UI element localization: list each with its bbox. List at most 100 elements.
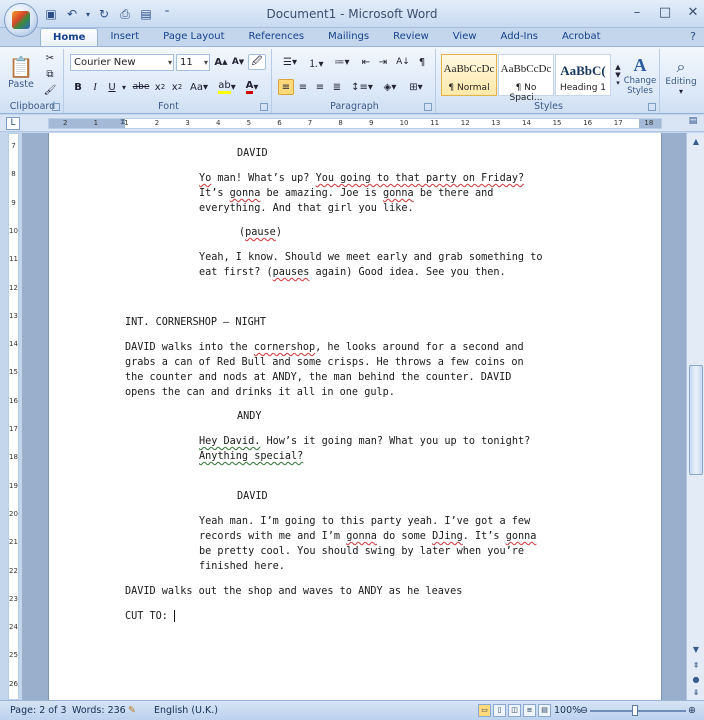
- zoom-slider[interactable]: [590, 710, 686, 712]
- align-right-icon[interactable]: ≡: [312, 79, 328, 95]
- clear-formatting-icon[interactable]: 🖉: [248, 54, 266, 70]
- bullets-icon[interactable]: ☰▾: [278, 54, 302, 70]
- script-line[interactable]: eat first? (pauses again) Good idea. See…: [199, 266, 506, 280]
- maximize-button[interactable]: □: [658, 5, 672, 20]
- superscript-icon[interactable]: x2: [169, 79, 185, 95]
- language-status[interactable]: English (U.K.): [154, 705, 218, 716]
- previous-page-icon[interactable]: ⇞: [689, 659, 703, 673]
- scroll-down-icon[interactable]: ▼: [689, 643, 703, 657]
- page-count[interactable]: Page: 2 of 3: [10, 705, 67, 716]
- tab-references[interactable]: References: [237, 28, 317, 46]
- borders-icon[interactable]: ⊞▾: [404, 79, 428, 95]
- full-screen-reading-icon[interactable]: ▯: [493, 704, 506, 717]
- script-line[interactable]: Hey David. How’s it going man? What you …: [199, 435, 530, 449]
- paste-button[interactable]: 📋 Paste: [6, 51, 36, 93]
- font-launcher-icon[interactable]: [260, 103, 268, 111]
- format-painter-icon[interactable]: 🖌: [42, 83, 58, 97]
- script-line[interactable]: CUT TO:: [125, 610, 175, 624]
- bold-icon[interactable]: B: [70, 79, 86, 95]
- justify-icon[interactable]: ≣: [329, 79, 345, 95]
- web-layout-icon[interactable]: ◫: [508, 704, 521, 717]
- document-page[interactable]: DAVID Yo man! What’s up? You going to tha…: [48, 133, 662, 700]
- script-line[interactable]: the counter and nods at ANDY, the man be…: [125, 371, 511, 385]
- multilevel-list-icon[interactable]: ≔▾: [330, 54, 354, 70]
- script-line[interactable]: DAVID walks into the cornershop, he look…: [125, 341, 524, 355]
- script-line[interactable]: opens the can and drinks it all in one g…: [125, 386, 395, 400]
- change-case-icon[interactable]: Aa▾: [188, 79, 210, 95]
- tab-selector-icon[interactable]: L: [6, 117, 20, 130]
- tab-insert[interactable]: Insert: [98, 28, 151, 46]
- script-line[interactable]: INT. CORNERSHOP – NIGHT: [125, 316, 266, 330]
- strikethrough-icon[interactable]: abe: [132, 79, 150, 95]
- paragraph-launcher-icon[interactable]: [424, 103, 432, 111]
- sort-icon[interactable]: A↓: [394, 54, 412, 70]
- script-line[interactable]: DAVID: [237, 490, 268, 504]
- document-area[interactable]: DAVID Yo man! What’s up? You going to tha…: [22, 133, 686, 700]
- script-line[interactable]: Yeah, I know. Should we meet early and g…: [199, 251, 542, 265]
- outline-icon[interactable]: ≡: [523, 704, 536, 717]
- font-size-combo[interactable]: 11 ▾: [176, 54, 210, 71]
- view-ruler-icon[interactable]: ▤: [686, 116, 700, 130]
- increase-indent-icon[interactable]: ⇥: [375, 54, 391, 70]
- close-button[interactable]: ✕: [686, 5, 700, 20]
- script-line[interactable]: ANDY: [237, 410, 262, 424]
- tab-mailings[interactable]: Mailings: [316, 28, 381, 46]
- proofing-icon[interactable]: ✎: [128, 705, 136, 716]
- draft-icon[interactable]: ▤: [538, 704, 551, 717]
- script-line[interactable]: Yo man! What’s up? You going to that par…: [199, 172, 524, 186]
- zoom-out-icon[interactable]: ⊖: [580, 705, 588, 716]
- script-line[interactable]: be pretty cool. You should swing by late…: [199, 545, 524, 559]
- print-layout-icon[interactable]: ▭: [478, 704, 491, 717]
- show-formatting-icon[interactable]: ¶: [414, 54, 430, 70]
- style-heading-1[interactable]: AaBbC( Heading 1: [555, 54, 611, 96]
- scroll-up-icon[interactable]: ▲: [689, 135, 703, 149]
- script-line[interactable]: DAVID: [237, 147, 268, 161]
- highlight-color-icon[interactable]: ab ▾: [216, 79, 238, 95]
- script-line[interactable]: DAVID walks out the shop and waves to AN…: [125, 585, 462, 599]
- scroll-thumb[interactable]: [689, 365, 703, 475]
- tab-add-ins[interactable]: Add-Ins: [489, 28, 550, 46]
- underline-dropdown-icon[interactable]: ▾: [120, 79, 128, 95]
- vertical-scrollbar[interactable]: ▲ ▼ ⇞ ● ⇟: [686, 133, 704, 700]
- align-left-icon[interactable]: ≡: [278, 79, 294, 95]
- script-line[interactable]: finished here.: [199, 560, 285, 574]
- zoom-in-icon[interactable]: ⊕: [688, 705, 696, 716]
- tab-home[interactable]: Home: [40, 28, 99, 46]
- next-page-icon[interactable]: ⇟: [689, 686, 703, 700]
- script-line[interactable]: It’s gonna be amazing. Joe is gonna be t…: [199, 187, 493, 201]
- script-line[interactable]: grabs a can of Red Bull and some crisps.…: [125, 356, 524, 370]
- zoom-level[interactable]: 100%: [554, 705, 581, 716]
- vertical-ruler[interactable]: 7 8 9 10 11 12 13 14 15 16 17 18 19 20 21 22 23 24 25 26: [8, 133, 19, 700]
- tab-review[interactable]: Review: [381, 28, 441, 46]
- minimize-button[interactable]: –: [630, 5, 644, 20]
- script-line[interactable]: (pause): [239, 226, 282, 240]
- script-line[interactable]: Yeah man. I’m going to this party yeah. …: [199, 515, 530, 529]
- style-no-spacing[interactable]: AaBbCcDc ¶ No Spaci...: [498, 54, 554, 103]
- cut-icon[interactable]: ✂: [42, 51, 58, 65]
- help-icon[interactable]: ?: [690, 30, 696, 43]
- script-line[interactable]: records with me and I’m gonna do some DJ…: [199, 530, 536, 544]
- indent-marker-icon[interactable]: ⧗: [120, 117, 126, 127]
- change-styles-button[interactable]: A Change Styles: [622, 51, 658, 99]
- italic-icon[interactable]: I: [87, 79, 103, 95]
- decrease-indent-icon[interactable]: ⇤: [358, 54, 374, 70]
- shading-icon[interactable]: ◈▾: [378, 79, 402, 95]
- subscript-icon[interactable]: x2: [152, 79, 168, 95]
- clipboard-launcher-icon[interactable]: [52, 103, 60, 111]
- tab-page-layout[interactable]: Page Layout: [151, 28, 236, 46]
- office-button[interactable]: [4, 3, 38, 37]
- line-spacing-icon[interactable]: ↕≡▾: [350, 79, 374, 95]
- script-line[interactable]: Anything special?: [199, 450, 303, 464]
- font-family-combo[interactable]: Courier New ▾: [70, 54, 174, 71]
- grow-font-icon[interactable]: A ▲: [213, 54, 229, 70]
- word-count[interactable]: Words: 236: [72, 705, 126, 716]
- zoom-slider-knob[interactable]: [632, 705, 638, 716]
- script-line[interactable]: everything. And that girl you like.: [199, 202, 414, 216]
- browse-object-icon[interactable]: ●: [689, 673, 703, 687]
- tab-acrobat[interactable]: Acrobat: [550, 28, 613, 46]
- styles-launcher-icon[interactable]: [648, 103, 656, 111]
- horizontal-ruler[interactable]: 2 1 1 2 3 4 5 6 7 8 9 10 11 12 13 14 15 16 17 18 ⧗: [48, 117, 662, 129]
- shrink-font-icon[interactable]: A ▼: [230, 54, 246, 70]
- font-color-icon[interactable]: A ▾: [241, 79, 263, 95]
- align-center-icon[interactable]: ≡: [295, 79, 311, 95]
